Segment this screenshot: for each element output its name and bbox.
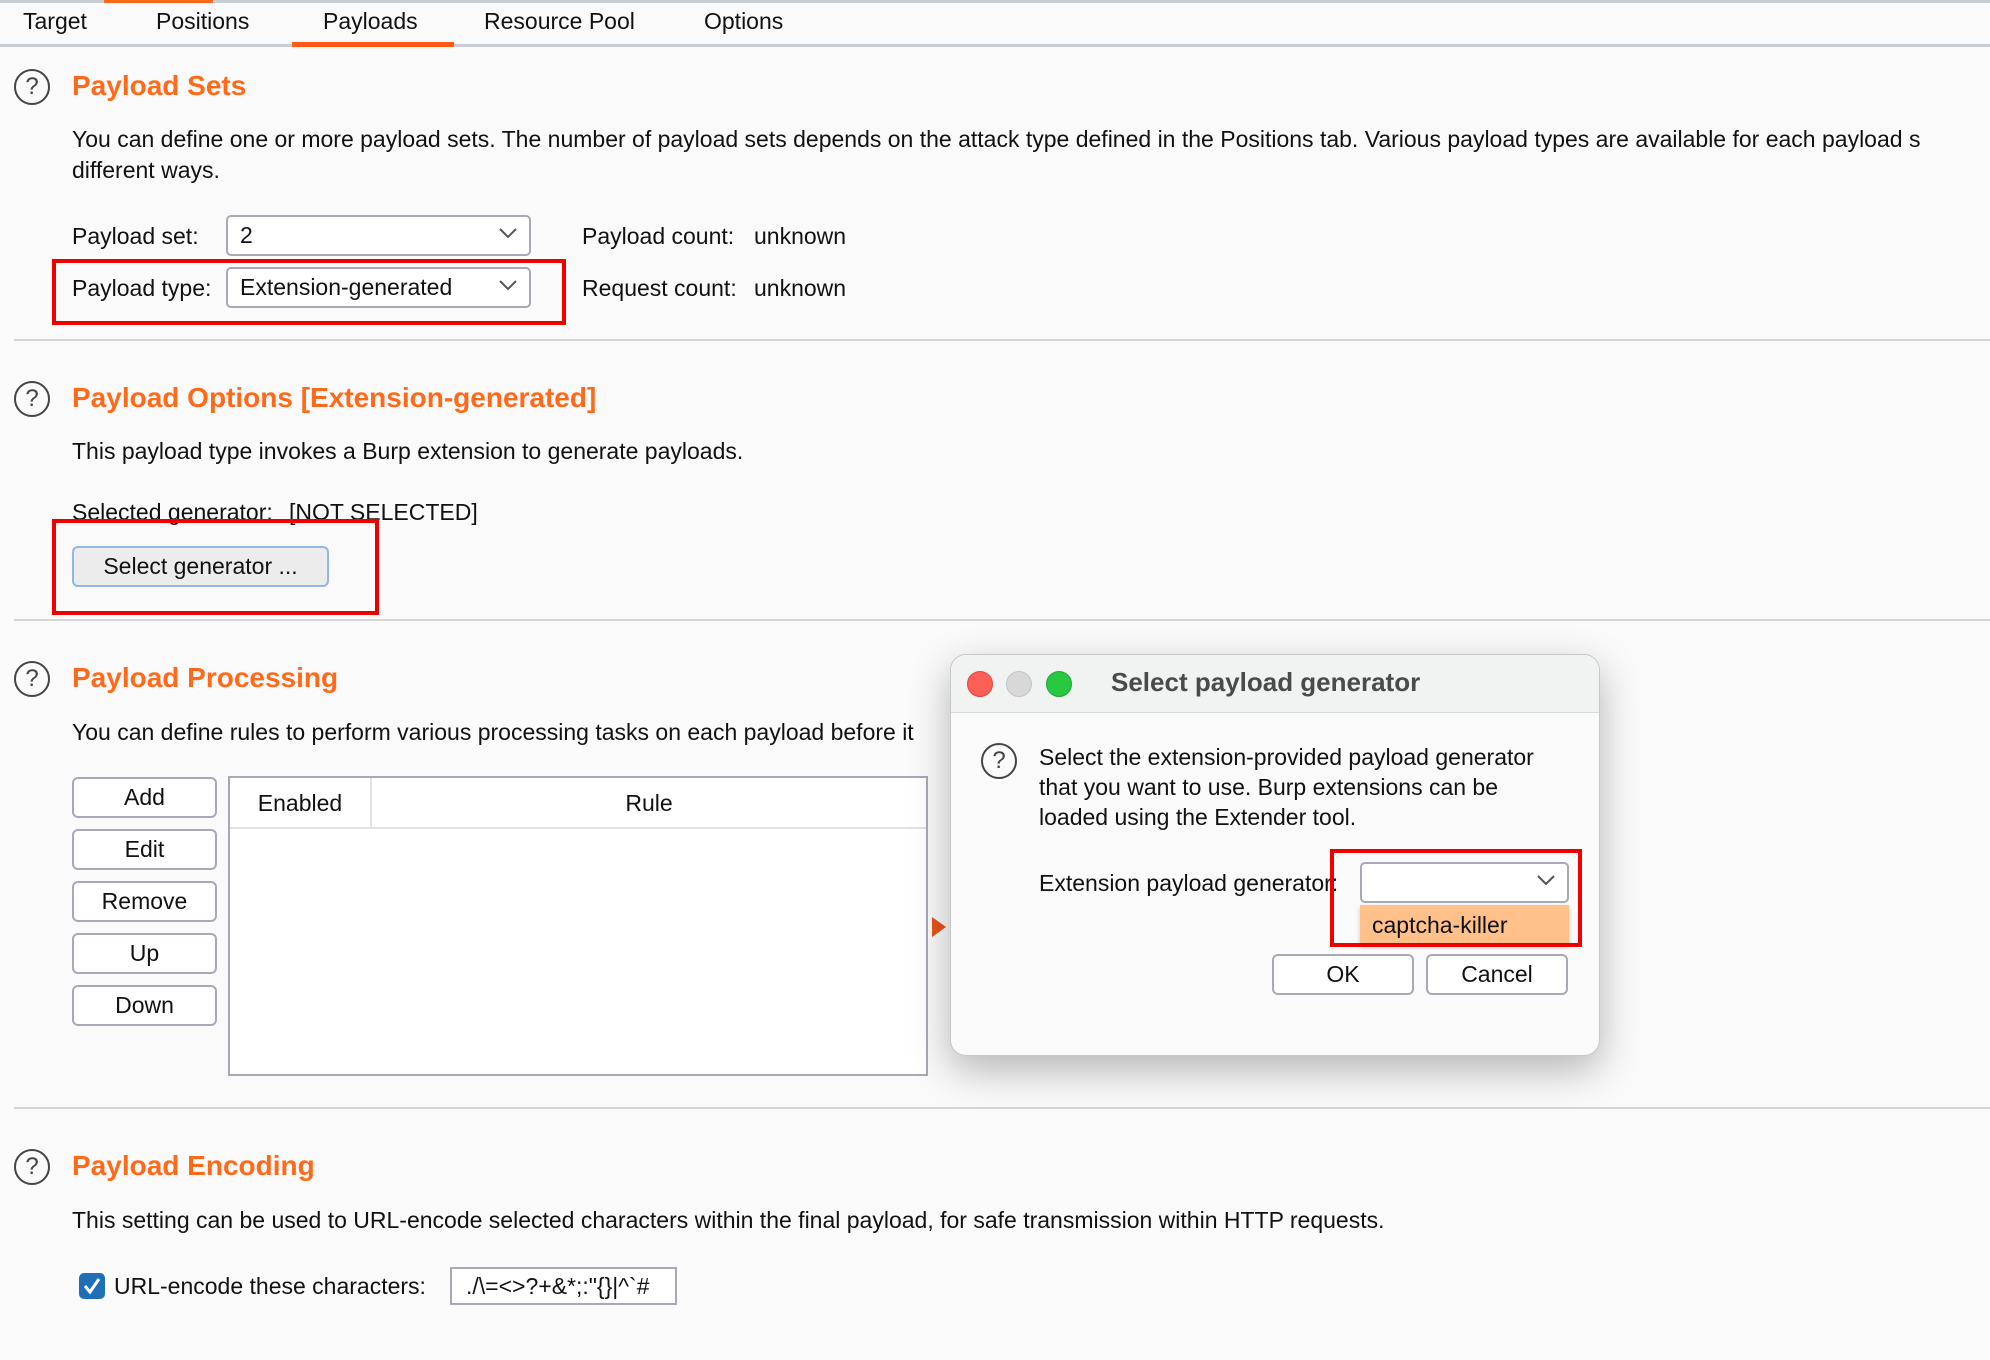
remove-rule-button[interactable]: Remove — [72, 881, 217, 922]
request-count-label: Request count: — [582, 275, 737, 301]
help-icon[interactable]: ? — [14, 661, 50, 697]
select-generator-button[interactable]: Select generator ... — [72, 546, 329, 587]
url-encode-characters-value: ./\=<>?+&*;:"{}|^`# — [466, 1273, 650, 1299]
dialog-description-line2: that you want to use. Burp extensions ca… — [1039, 774, 1499, 800]
payload-type-select[interactable]: Extension-generated — [226, 267, 531, 308]
chevron-down-icon — [499, 280, 517, 291]
processing-rules-table[interactable]: Enabled Rule — [228, 776, 928, 1076]
payload-type-label: Payload type: — [72, 275, 212, 301]
help-icon[interactable]: ? — [981, 743, 1017, 779]
payload-set-value: 2 — [240, 222, 253, 248]
section-divider — [14, 1107, 1990, 1109]
url-encode-checkbox[interactable] — [79, 1273, 105, 1299]
request-count-value: unknown — [754, 275, 847, 301]
payload-count-value: unknown — [754, 223, 847, 249]
maximize-window-button[interactable] — [1046, 671, 1072, 697]
tab-bar — [0, 0, 1990, 47]
move-up-button[interactable]: Up — [72, 933, 217, 974]
chevron-down-icon — [1537, 875, 1555, 886]
payload-type-value: Extension-generated — [240, 274, 453, 300]
generator-label: Extension payload generator: — [1039, 870, 1339, 896]
checkmark-icon — [83, 1278, 101, 1295]
generator-select[interactable] — [1360, 862, 1569, 903]
payload-sets-description: You can define one or more payload sets.… — [72, 126, 1921, 152]
dialog-titlebar[interactable]: Select payload generator — [951, 655, 1599, 713]
payload-processing-heading: Payload Processing — [72, 662, 339, 693]
edit-rule-button[interactable]: Edit — [72, 829, 217, 870]
dialog-description-line3: loaded using the Extender tool. — [1039, 804, 1357, 830]
payload-encoding-heading: Payload Encoding — [72, 1150, 315, 1181]
selected-generator-label: Selected generator: — [72, 499, 273, 525]
close-window-button[interactable] — [967, 671, 993, 697]
payload-set-select[interactable]: 2 — [226, 215, 531, 256]
active-tab-indicator — [292, 42, 454, 47]
cancel-button[interactable]: Cancel — [1426, 954, 1568, 995]
tab-options[interactable]: Options — [704, 8, 783, 35]
help-icon[interactable]: ? — [14, 69, 50, 105]
chevron-down-icon — [499, 228, 517, 239]
expand-arrow-icon[interactable] — [932, 917, 946, 937]
minimize-window-button[interactable] — [1006, 671, 1032, 697]
generator-option[interactable]: captcha-killer — [1360, 905, 1569, 945]
help-icon[interactable]: ? — [14, 381, 50, 417]
parent-tab-accent — [104, 0, 213, 3]
column-header-enabled[interactable]: Enabled — [230, 789, 370, 817]
payload-sets-description-cont: different ways. — [72, 157, 220, 183]
select-payload-generator-dialog: Select payload generator ? Select the ex… — [950, 654, 1600, 1056]
payload-options-heading: Payload Options [Extension-generated] — [72, 382, 597, 413]
help-icon[interactable]: ? — [14, 1149, 50, 1185]
move-down-button[interactable]: Down — [72, 985, 217, 1026]
section-divider — [14, 619, 1990, 621]
payload-count-label: Payload count: — [582, 223, 735, 249]
ok-button[interactable]: OK — [1272, 954, 1414, 995]
payload-encoding-description: This setting can be used to URL-encode s… — [72, 1207, 1385, 1233]
payload-processing-description: You can define rules to perform various … — [72, 719, 914, 745]
payload-set-label: Payload set: — [72, 223, 199, 249]
section-divider — [14, 339, 1990, 341]
tab-payloads[interactable]: Payloads — [323, 8, 418, 35]
url-encode-characters-field[interactable]: ./\=<>?+&*;:"{}|^`# — [450, 1267, 677, 1305]
add-rule-button[interactable]: Add — [72, 777, 217, 818]
tab-target[interactable]: Target — [23, 8, 87, 35]
dialog-title: Select payload generator — [1111, 667, 1421, 697]
url-encode-label[interactable]: URL-encode these characters: — [114, 1272, 426, 1300]
payload-sets-heading: Payload Sets — [72, 70, 247, 101]
selected-generator-value: [NOT SELECTED] — [289, 499, 478, 525]
tab-resource-pool[interactable]: Resource Pool — [484, 8, 635, 35]
generator-option-label: captcha-killer — [1372, 912, 1508, 938]
payload-options-description: This payload type invokes a Burp extensi… — [72, 438, 744, 464]
column-header-rule[interactable]: Rule — [372, 789, 926, 817]
dialog-description-line1: Select the extension-provided payload ge… — [1039, 744, 1534, 770]
tab-positions[interactable]: Positions — [156, 8, 249, 35]
